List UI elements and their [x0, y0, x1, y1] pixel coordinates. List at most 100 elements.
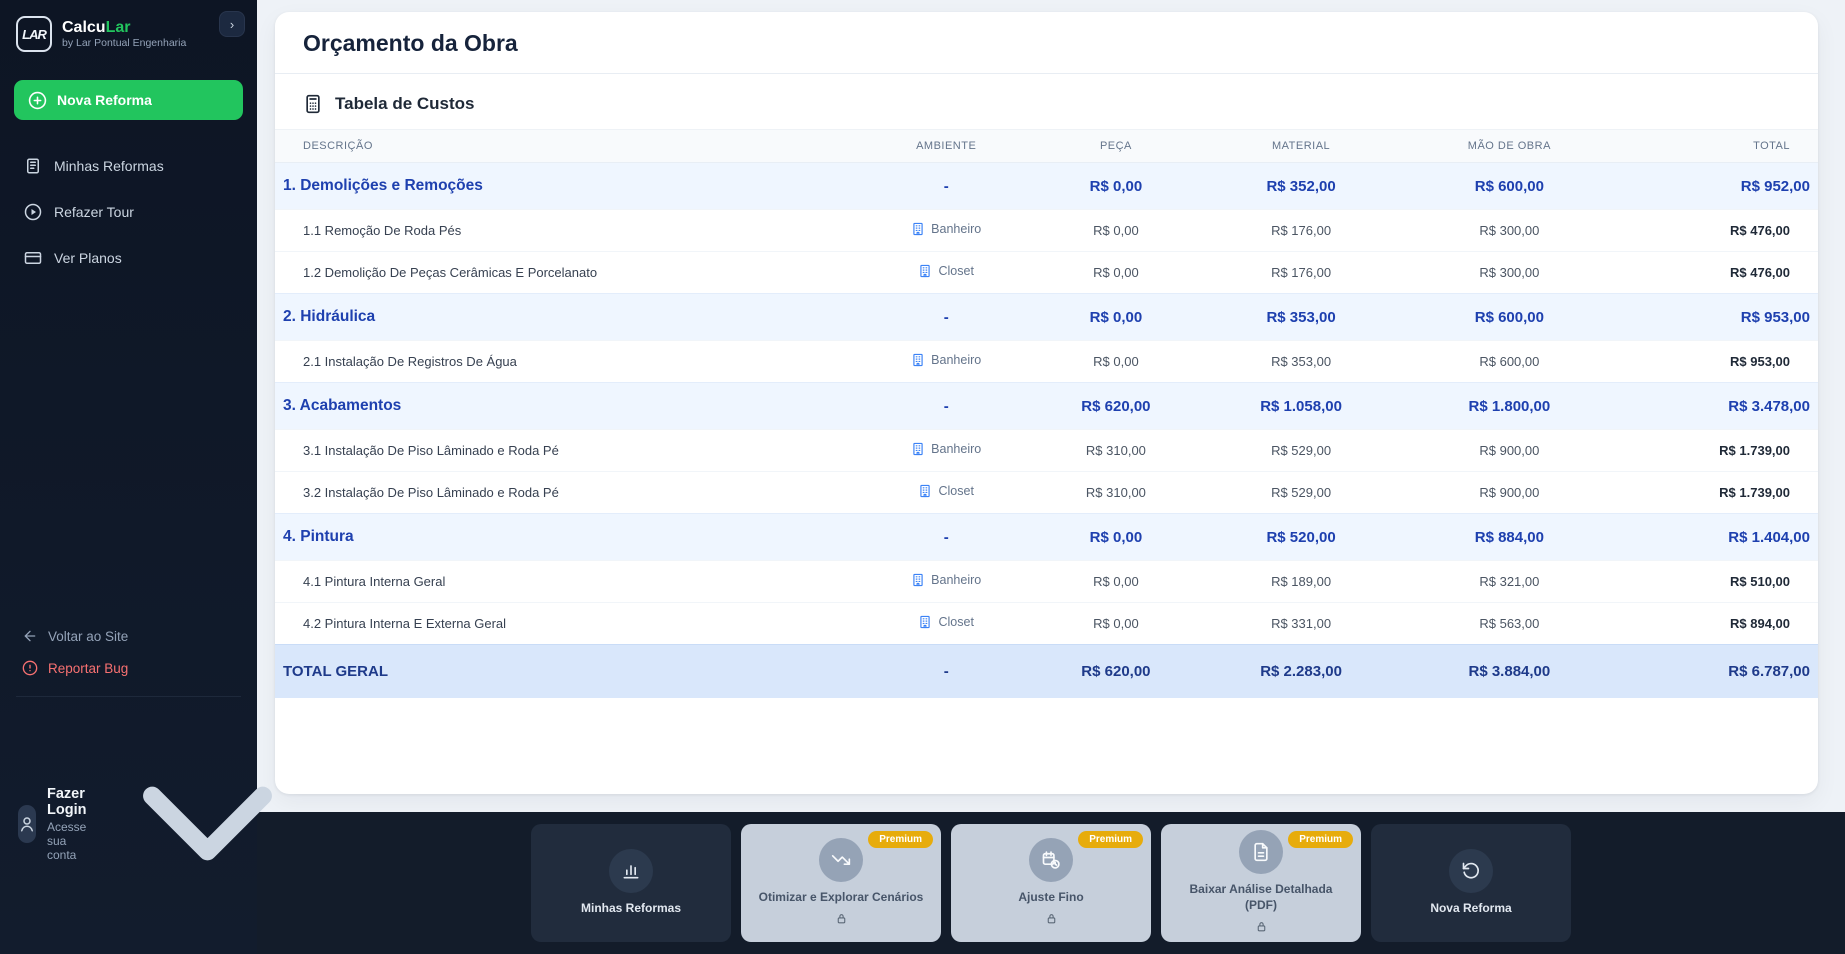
premium-badge: Premium [1288, 831, 1353, 848]
user-icon [18, 815, 36, 833]
action-icon-circle [819, 838, 863, 882]
lock-icon [1045, 912, 1058, 925]
cell-ambiente: - [861, 383, 1031, 430]
item-row: 3.2 Instalação De Piso Lâminado e Roda P… [275, 472, 1818, 514]
action-button-label: Minhas Reformas [581, 900, 681, 916]
arrow-left-icon [22, 628, 38, 644]
cell-mao-de-obra: R$ 1.800,00 [1401, 383, 1617, 430]
ambiente-dash: - [944, 178, 949, 195]
table-section-title: Tabela de Custos [335, 94, 475, 114]
action-icon-circle [1029, 838, 1073, 882]
building-icon [918, 484, 932, 498]
cell-total: R$ 3.478,00 [1617, 383, 1818, 430]
budget-card: Orçamento da Obra Tabela de Custos DESCR… [275, 12, 1818, 794]
cell-ambiente: Banheiro [861, 210, 1031, 252]
alert-circle-icon [22, 660, 38, 676]
cost-table-body: 1. Demolições e Remoções-R$ 0,00R$ 352,0… [275, 163, 1818, 645]
cell-peca: R$ 310,00 [1031, 472, 1201, 514]
bottom-action-bar: Minhas Reformas PremiumOtimizar e Explora… [257, 812, 1845, 954]
sidebar-item-label: Ver Planos [54, 250, 122, 266]
sidebar-item-label: Refazer Tour [54, 204, 134, 220]
cell-material: R$ 331,00 [1201, 603, 1402, 645]
cell-total: R$ 953,00 [1617, 341, 1818, 383]
item-row: 1.1 Remoção De Roda PésBanheiroR$ 0,00R$… [275, 210, 1818, 252]
ambiente-badge: Banheiro [911, 353, 981, 367]
ambiente-label: Banheiro [931, 353, 981, 367]
cell-material: R$ 1.058,00 [1201, 383, 1402, 430]
cell-descricao: 3.2 Instalação De Piso Lâminado e Roda P… [275, 472, 861, 514]
building-icon [918, 615, 932, 629]
cell-descricao: 2. Hidráulica [275, 294, 861, 341]
cell-total: R$ 1.404,00 [1617, 514, 1818, 561]
category-row: 4. Pintura-R$ 0,00R$ 520,00R$ 884,00R$ 1… [275, 514, 1818, 561]
back-to-site-link[interactable]: Voltar ao Site [14, 620, 243, 652]
category-row: 2. Hidráulica-R$ 0,00R$ 353,00R$ 600,00R… [275, 294, 1818, 341]
action-icon-circle [1449, 849, 1493, 893]
cell-total: R$ 952,00 [1617, 163, 1818, 210]
action-button-nova-reforma[interactable]: Nova Reforma [1371, 824, 1571, 942]
sidebar: LAR CalcuLar by Lar Pontual Engenharia ›… [0, 0, 257, 954]
cell-mao-de-obra: R$ 900,00 [1401, 430, 1617, 472]
cell-ambiente: Closet [861, 603, 1031, 645]
nova-reforma-button[interactable]: Nova Reforma [14, 80, 243, 120]
sidebar-item-refazer-tour[interactable]: Refazer Tour [14, 192, 243, 232]
cell-descricao: 3. Acabamentos [275, 383, 861, 430]
cell-material: R$ 520,00 [1201, 514, 1402, 561]
cell-total: R$ 894,00 [1617, 603, 1818, 645]
action-button-ajuste-fino[interactable]: PremiumAjuste Fino [951, 824, 1151, 942]
lock-icon [1255, 920, 1268, 933]
app-title: CalcuLar [62, 19, 186, 37]
sidebar-item-minhas-reformas[interactable]: Minhas Reformas [14, 146, 243, 186]
cell-peca: R$ 0,00 [1031, 163, 1201, 210]
ambiente-badge: Closet [918, 264, 973, 278]
cell-material: R$ 176,00 [1201, 252, 1402, 294]
lock-wrapper [1045, 912, 1058, 928]
building-icon [918, 264, 932, 278]
cell-peca: R$ 0,00 [1031, 294, 1201, 341]
login-title: Fazer Login [47, 786, 86, 818]
page-title: Orçamento da Obra [275, 12, 1818, 74]
report-bug-link[interactable]: Reportar Bug [14, 652, 243, 684]
sidebar-item-ver-planos[interactable]: Ver Planos [14, 238, 243, 278]
chevron-right-icon: › [230, 17, 234, 32]
cell-material: R$ 189,00 [1201, 561, 1402, 603]
total-row-peca: R$ 620,00 [1031, 645, 1201, 699]
sidebar-collapse-button[interactable]: › [219, 11, 245, 37]
avatar [18, 805, 36, 843]
cell-peca: R$ 0,00 [1031, 252, 1201, 294]
premium-badge: Premium [868, 831, 933, 848]
action-button-otimizar-cenarios[interactable]: PremiumOtimizar e Explorar Cenários [741, 824, 941, 942]
cell-ambiente: - [861, 294, 1031, 341]
cell-peca: R$ 620,00 [1031, 383, 1201, 430]
ambiente-dash: - [944, 309, 949, 326]
content-area: Orçamento da Obra Tabela de Custos DESCR… [257, 0, 1845, 812]
action-button-minhas-reformas[interactable]: Minhas Reformas [531, 824, 731, 942]
cell-descricao: 1.2 Demolição De Peças Cerâmicas E Porce… [275, 252, 861, 294]
sidebar-item-label: Minhas Reformas [54, 158, 164, 174]
col-header-mao-de-obra: MÃO DE OBRA [1401, 130, 1617, 163]
credit-card-icon [24, 249, 42, 267]
cell-total: R$ 1.739,00 [1617, 472, 1818, 514]
cell-descricao: 4.1 Pintura Interna Geral [275, 561, 861, 603]
category-row: 1. Demolições e Remoções-R$ 0,00R$ 352,0… [275, 163, 1818, 210]
col-header-descricao: DESCRIÇÃO [275, 130, 861, 163]
login-button[interactable]: Fazer Login Acesse sua conta [14, 709, 243, 938]
action-button-label: Nova Reforma [1430, 900, 1511, 916]
action-button-baixar-pdf[interactable]: PremiumBaixar Análise Detalhada (PDF) [1161, 824, 1361, 942]
cell-descricao: 3.1 Instalação De Piso Lâminado e Roda P… [275, 430, 861, 472]
total-row-label: TOTAL GERAL [275, 645, 861, 699]
item-row: 1.2 Demolição De Peças Cerâmicas E Porce… [275, 252, 1818, 294]
cell-mao-de-obra: R$ 563,00 [1401, 603, 1617, 645]
building-icon [911, 353, 925, 367]
cell-ambiente: Closet [861, 252, 1031, 294]
action-icon-circle [1239, 830, 1283, 874]
ambiente-badge: Banheiro [911, 573, 981, 587]
total-row-mao-de-obra: R$ 3.884,00 [1401, 645, 1617, 699]
ambiente-label: Closet [938, 484, 973, 498]
play-circle-icon [24, 203, 42, 221]
premium-badge: Premium [1078, 831, 1143, 848]
lock-wrapper [1255, 920, 1268, 936]
ambiente-label: Closet [938, 264, 973, 278]
back-to-site-label: Voltar ao Site [48, 629, 128, 644]
chevron-down-icon [97, 713, 318, 934]
